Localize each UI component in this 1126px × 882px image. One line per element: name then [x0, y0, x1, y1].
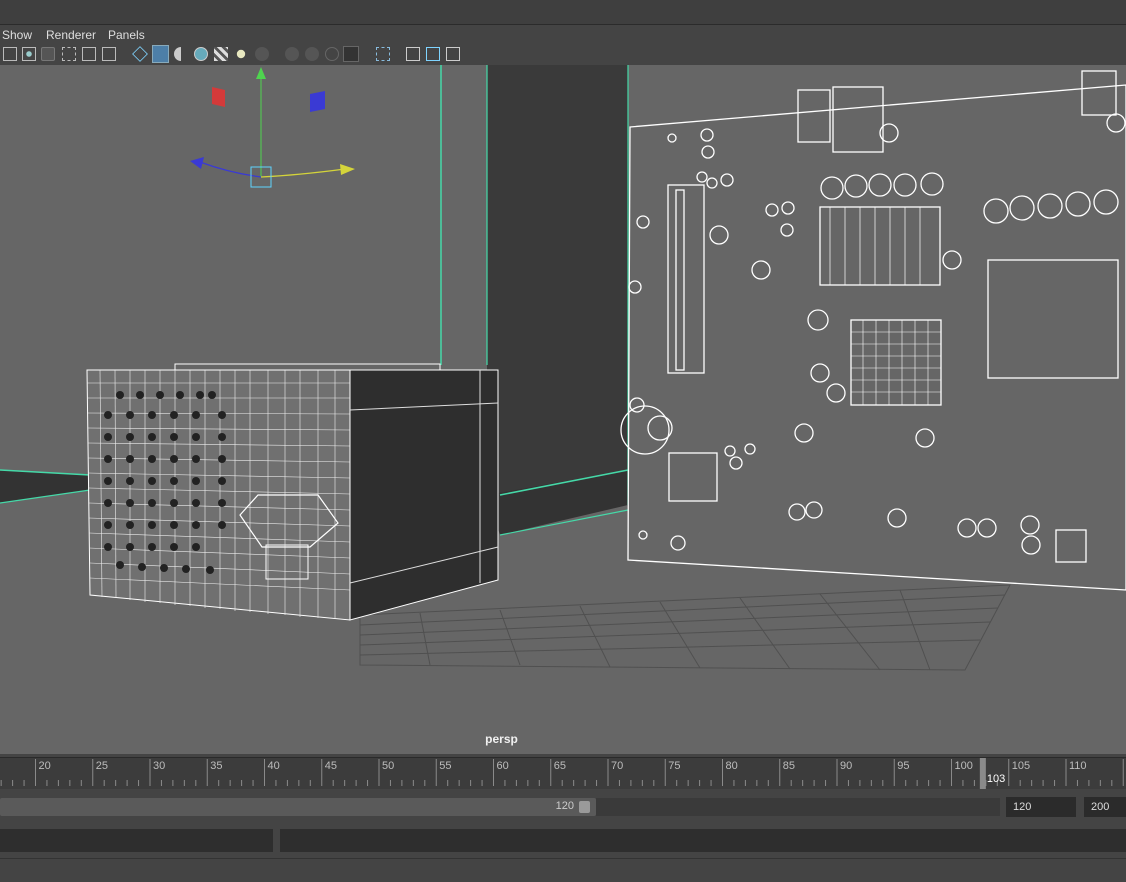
- range-slider-bar: 120 120 200: [0, 794, 1126, 820]
- multisample-aa-icon[interactable]: [305, 47, 319, 61]
- isolate-select-icon[interactable]: [343, 46, 359, 62]
- panel-toolbar: [0, 44, 1126, 65]
- animation-end-field[interactable]: 120: [1006, 797, 1076, 817]
- camera-name-label: persp: [485, 732, 518, 746]
- command-result: [280, 829, 1126, 852]
- timeline-tick-label: 80: [726, 760, 738, 772]
- resolution-gate-icon[interactable]: [426, 47, 440, 61]
- timeline-ruler: 20 25 30 35 40 45 50 55 60 65 70 75 80 85 90 95 100 105 11…: [0, 758, 1124, 789]
- timeline-tick-label: 100: [955, 760, 973, 772]
- box-object: [86, 363, 499, 621]
- range-slider[interactable]: 120: [0, 798, 596, 816]
- command-line: [0, 827, 1126, 855]
- help-line: [0, 858, 1126, 882]
- playback-end-field[interactable]: 200: [1084, 797, 1126, 817]
- menu-renderer[interactable]: Renderer: [46, 28, 96, 42]
- smooth-shade-icon[interactable]: [152, 45, 169, 63]
- xray-icon[interactable]: [194, 47, 208, 61]
- timeline-tick-label: 20: [39, 760, 51, 772]
- default-material-icon[interactable]: [174, 47, 188, 61]
- bookmark-icon[interactable]: [41, 47, 55, 61]
- gate-mask-icon[interactable]: [446, 47, 460, 61]
- shadows-icon[interactable]: [214, 47, 228, 61]
- depth-of-field-icon[interactable]: [325, 47, 339, 61]
- timeline-tick-label: 110: [1069, 760, 1087, 772]
- wireframe-icon[interactable]: [132, 46, 148, 62]
- motion-blur-icon[interactable]: [285, 47, 299, 61]
- lights-icon[interactable]: [236, 49, 246, 59]
- timeline-tick-label: 70: [611, 760, 623, 772]
- panel-menubar: Show Renderer Panels: [0, 25, 1126, 44]
- timeline-tick-label: 40: [268, 760, 280, 772]
- range-slider-handle[interactable]: [579, 801, 590, 813]
- timeline-tick-label: 85: [783, 760, 795, 772]
- back-wall-column: [487, 65, 628, 505]
- timeline-tick-label: 95: [897, 760, 909, 772]
- range-slider-end-value: 120: [555, 800, 574, 812]
- menu-show[interactable]: Show: [2, 28, 32, 42]
- range-slider-track[interactable]: [596, 798, 1000, 816]
- timeline-tick-label: 55: [439, 760, 451, 772]
- timeline-tick-label: 75: [668, 760, 680, 772]
- perspective-viewport[interactable]: persp: [0, 65, 1126, 754]
- command-input[interactable]: [0, 829, 273, 852]
- select-camera-icon[interactable]: [3, 47, 17, 61]
- timeline-tick-label: 105: [1012, 760, 1030, 772]
- timeline-tick-label: 65: [554, 760, 566, 772]
- timeline-tick-label: 25: [96, 760, 108, 772]
- camera-attributes-icon[interactable]: [22, 47, 36, 61]
- motherboard-object: [620, 70, 1126, 591]
- 2d-pan-zoom-icon[interactable]: [82, 47, 96, 61]
- scene-render: [0, 65, 1126, 671]
- menu-panels[interactable]: Panels: [108, 28, 145, 42]
- timeline-tick-label: 60: [497, 760, 509, 772]
- timeline-tick-label: 35: [210, 760, 222, 772]
- move-manipulator: [190, 67, 355, 188]
- current-frame-marker[interactable]: [979, 758, 986, 789]
- grease-pencil-icon[interactable]: [102, 47, 116, 61]
- timeline-tick-label: 50: [382, 760, 394, 772]
- floor-grid: [359, 584, 1011, 671]
- timeline-tick-label: 30: [153, 760, 165, 772]
- timeline-tick-label: 45: [325, 760, 337, 772]
- timeline-tick-label: 90: [840, 760, 852, 772]
- current-frame-label: 103: [987, 773, 1005, 785]
- image-plane-icon[interactable]: [62, 47, 76, 61]
- xray-joints-icon[interactable]: [376, 47, 390, 61]
- time-slider[interactable]: 20 25 30 35 40 45 50 55 60 65 70 75 80 85 90 95 100 105 11…: [0, 757, 1126, 789]
- screen-space-ao-icon[interactable]: [255, 47, 269, 61]
- grid-icon[interactable]: [406, 47, 420, 61]
- window-top-strip: [0, 0, 1126, 25]
